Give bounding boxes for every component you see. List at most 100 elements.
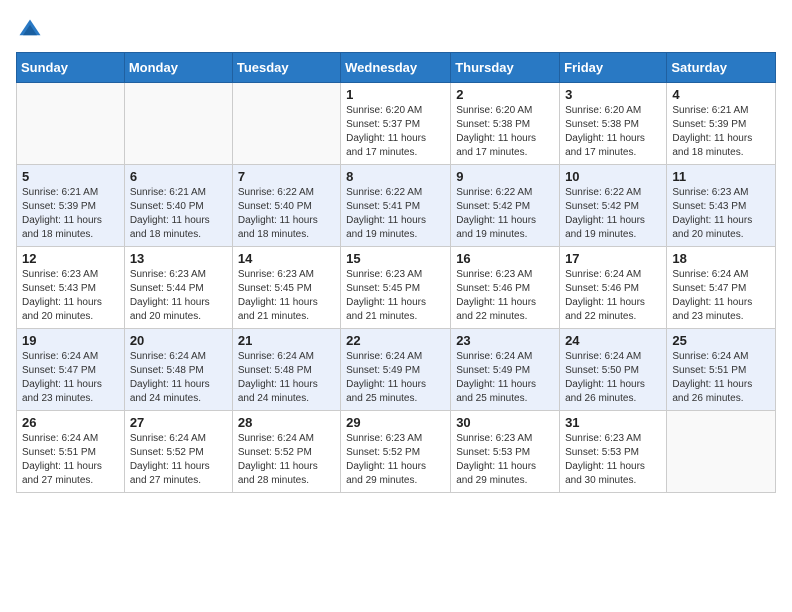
calendar-week-4: 19Sunrise: 6:24 AM Sunset: 5:47 PM Dayli… (17, 329, 776, 411)
calendar-cell: 11 Sunrise: 6:23 AM Sunset: 5:43 PM Dayli… (667, 165, 776, 247)
day-number: 27 (130, 415, 227, 430)
calendar-cell: 8 Sunrise: 6:22 AM Sunset: 5:41 PM Daylig… (341, 165, 451, 247)
day-number: 4 (672, 87, 770, 102)
day-info: Sunrise: 6:24 AM Sunset: 5:52 PM Dayligh… (130, 432, 227, 488)
day-info: Sunrise: 6:23 AM Sunset: 5:53 PM Dayligh… (456, 432, 554, 488)
day-info: Sunrise: 6:22 AM Sunset: 5:40 PM Dayligh… (238, 186, 335, 242)
day-number: 1 (346, 87, 445, 102)
calendar-header: SundayMondayTuesdayWednesdayThursdayFrid… (17, 53, 776, 83)
weekday-header-row: SundayMondayTuesdayWednesdayThursdayFrid… (17, 53, 776, 83)
weekday-header-saturday: Saturday (667, 53, 776, 83)
calendar-cell: 25Sunrise: 6:24 AM Sunset: 5:51 PM Dayli… (667, 329, 776, 411)
day-number: 16 (456, 251, 554, 266)
day-info: Sunrise: 6:20 AM Sunset: 5:38 PM Dayligh… (565, 104, 661, 160)
calendar-cell: 10 Sunrise: 6:22 AM Sunset: 5:42 PM Dayli… (560, 165, 667, 247)
logo-icon (16, 16, 44, 44)
calendar-cell: 4 Sunrise: 6:21 AM Sunset: 5:39 PM Daylig… (667, 83, 776, 165)
calendar-cell: 15 Sunrise: 6:23 AM Sunset: 5:45 PM Dayli… (341, 247, 451, 329)
day-number: 14 (238, 251, 335, 266)
day-number: 21 (238, 333, 335, 348)
weekday-header-sunday: Sunday (17, 53, 125, 83)
calendar-week-3: 12 Sunrise: 6:23 AM Sunset: 5:43 PM Dayli… (17, 247, 776, 329)
calendar-cell: 5 Sunrise: 6:21 AM Sunset: 5:39 PM Daylig… (17, 165, 125, 247)
calendar-cell: 18 Sunrise: 6:24 AM Sunset: 5:47 PM Dayli… (667, 247, 776, 329)
calendar-cell: 28 Sunrise: 6:24 AM Sunset: 5:52 PM Dayli… (232, 411, 340, 493)
calendar-cell: 12 Sunrise: 6:23 AM Sunset: 5:43 PM Dayli… (17, 247, 125, 329)
calendar-body: 1 Sunrise: 6:20 AM Sunset: 5:37 PM Daylig… (17, 83, 776, 493)
calendar-cell: 13 Sunrise: 6:23 AM Sunset: 5:44 PM Dayli… (124, 247, 232, 329)
day-number: 23 (456, 333, 554, 348)
day-info: Sunrise: 6:24 AM Sunset: 5:48 PM Dayligh… (238, 350, 335, 406)
day-number: 29 (346, 415, 445, 430)
day-number: 5 (22, 169, 119, 184)
day-info: Sunrise: 6:23 AM Sunset: 5:46 PM Dayligh… (456, 268, 554, 324)
calendar-cell: 6 Sunrise: 6:21 AM Sunset: 5:40 PM Daylig… (124, 165, 232, 247)
day-number: 24 (565, 333, 661, 348)
calendar-cell: 26 Sunrise: 6:24 AM Sunset: 5:51 PM Dayli… (17, 411, 125, 493)
day-info: Sunrise: 6:24 AM Sunset: 5:47 PM Dayligh… (672, 268, 770, 324)
day-info: Sunrise: 6:23 AM Sunset: 5:53 PM Dayligh… (565, 432, 661, 488)
day-info: Sunrise: 6:24 AM Sunset: 5:51 PM Dayligh… (22, 432, 119, 488)
day-info: Sunrise: 6:22 AM Sunset: 5:42 PM Dayligh… (456, 186, 554, 242)
day-info: Sunrise: 6:21 AM Sunset: 5:39 PM Dayligh… (672, 104, 770, 160)
calendar-cell (17, 83, 125, 165)
day-number: 10 (565, 169, 661, 184)
calendar-cell: 24 Sunrise: 6:24 AM Sunset: 5:50 PM Dayli… (560, 329, 667, 411)
day-number: 20 (130, 333, 227, 348)
day-info: Sunrise: 6:23 AM Sunset: 5:44 PM Dayligh… (130, 268, 227, 324)
day-number: 6 (130, 169, 227, 184)
weekday-header-monday: Monday (124, 53, 232, 83)
day-info: Sunrise: 6:24 AM Sunset: 5:48 PM Dayligh… (130, 350, 227, 406)
day-info: Sunrise: 6:24 AM Sunset: 5:49 PM Dayligh… (456, 350, 554, 406)
day-info: Sunrise: 6:24 AM Sunset: 5:49 PM Dayligh… (346, 350, 445, 406)
calendar-cell (232, 83, 340, 165)
calendar-cell: 17 Sunrise: 6:24 AM Sunset: 5:46 PM Dayli… (560, 247, 667, 329)
calendar-cell: 7 Sunrise: 6:22 AM Sunset: 5:40 PM Daylig… (232, 165, 340, 247)
calendar-cell: 2 Sunrise: 6:20 AM Sunset: 5:38 PM Daylig… (451, 83, 560, 165)
weekday-header-tuesday: Tuesday (232, 53, 340, 83)
calendar-cell: 14Sunrise: 6:23 AM Sunset: 5:45 PM Dayli… (232, 247, 340, 329)
day-number: 11 (672, 169, 770, 184)
day-number: 18 (672, 251, 770, 266)
day-info: Sunrise: 6:21 AM Sunset: 5:39 PM Dayligh… (22, 186, 119, 242)
calendar-cell: 9 Sunrise: 6:22 AM Sunset: 5:42 PM Daylig… (451, 165, 560, 247)
calendar-cell (124, 83, 232, 165)
calendar-cell: 27 Sunrise: 6:24 AM Sunset: 5:52 PM Dayli… (124, 411, 232, 493)
day-info: Sunrise: 6:21 AM Sunset: 5:40 PM Dayligh… (130, 186, 227, 242)
day-info: Sunrise: 6:22 AM Sunset: 5:41 PM Dayligh… (346, 186, 445, 242)
day-info: Sunrise: 6:20 AM Sunset: 5:38 PM Dayligh… (456, 104, 554, 160)
day-number: 15 (346, 251, 445, 266)
day-info: Sunrise: 6:24 AM Sunset: 5:50 PM Dayligh… (565, 350, 661, 406)
day-number: 30 (456, 415, 554, 430)
logo (16, 16, 48, 44)
day-number: 17 (565, 251, 661, 266)
day-number: 22 (346, 333, 445, 348)
day-number: 12 (22, 251, 119, 266)
page-header (16, 16, 776, 44)
day-number: 26 (22, 415, 119, 430)
day-info: Sunrise: 6:23 AM Sunset: 5:52 PM Dayligh… (346, 432, 445, 488)
weekday-header-thursday: Thursday (451, 53, 560, 83)
day-number: 3 (565, 87, 661, 102)
calendar-cell: 19Sunrise: 6:24 AM Sunset: 5:47 PM Dayli… (17, 329, 125, 411)
day-info: Sunrise: 6:22 AM Sunset: 5:42 PM Dayligh… (565, 186, 661, 242)
day-info: Sunrise: 6:23 AM Sunset: 5:45 PM Dayligh… (346, 268, 445, 324)
calendar-cell: 1 Sunrise: 6:20 AM Sunset: 5:37 PM Daylig… (341, 83, 451, 165)
day-number: 7 (238, 169, 335, 184)
day-number: 9 (456, 169, 554, 184)
day-info: Sunrise: 6:20 AM Sunset: 5:37 PM Dayligh… (346, 104, 445, 160)
day-info: Sunrise: 6:24 AM Sunset: 5:46 PM Dayligh… (565, 268, 661, 324)
calendar-cell: 29 Sunrise: 6:23 AM Sunset: 5:52 PM Dayli… (341, 411, 451, 493)
day-info: Sunrise: 6:23 AM Sunset: 5:43 PM Dayligh… (672, 186, 770, 242)
day-info: Sunrise: 6:23 AM Sunset: 5:43 PM Dayligh… (22, 268, 119, 324)
day-number: 2 (456, 87, 554, 102)
day-info: Sunrise: 6:24 AM Sunset: 5:52 PM Dayligh… (238, 432, 335, 488)
day-number: 8 (346, 169, 445, 184)
day-number: 13 (130, 251, 227, 266)
weekday-header-wednesday: Wednesday (341, 53, 451, 83)
day-number: 19 (22, 333, 119, 348)
calendar-cell: 16 Sunrise: 6:23 AM Sunset: 5:46 PM Dayli… (451, 247, 560, 329)
day-number: 28 (238, 415, 335, 430)
calendar-week-5: 26 Sunrise: 6:24 AM Sunset: 5:51 PM Dayli… (17, 411, 776, 493)
calendar-cell (667, 411, 776, 493)
